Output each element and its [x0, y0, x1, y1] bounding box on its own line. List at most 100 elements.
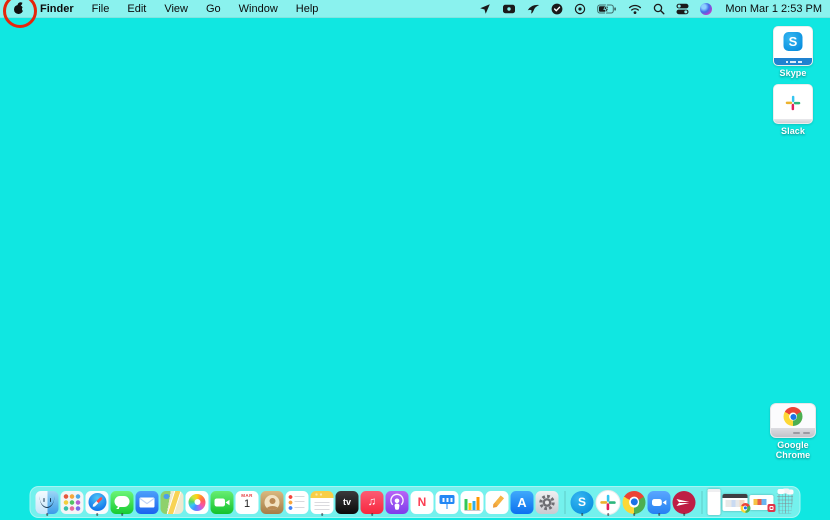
desktop-icon-slack[interactable]: Slack: [765, 84, 821, 136]
siri-icon[interactable]: [694, 3, 717, 15]
reminders-icon: [286, 491, 309, 514]
record-icon[interactable]: [568, 3, 591, 15]
dock-item-photos[interactable]: [186, 487, 209, 517]
launchpad-icon: [61, 491, 84, 514]
dock-item-podcasts[interactable]: [386, 487, 409, 517]
dock-item-maps[interactable]: [161, 487, 184, 517]
slack-icon: [596, 490, 621, 515]
envelope-glyph: [136, 491, 159, 514]
menu-finder[interactable]: Finder: [31, 3, 83, 15]
red-app-badge-icon: [768, 504, 776, 512]
wifi-icon[interactable]: [622, 3, 647, 15]
dock-item-system-preferences[interactable]: [536, 487, 559, 517]
dock-item-trash[interactable]: [776, 487, 795, 517]
minimized-preview-window: [750, 495, 774, 510]
skype-dmg-icon: S: [773, 26, 813, 66]
google-chrome-icon: [623, 491, 646, 514]
dock-item-news[interactable]: N: [411, 487, 434, 517]
dock-item-tv[interactable]: tv: [336, 487, 359, 517]
trash-full-icon: [776, 491, 795, 514]
podcasts-glyph: [386, 491, 409, 514]
menu-file[interactable]: File: [83, 3, 119, 15]
news-icon: N: [411, 491, 434, 514]
dock: MAR 1 tv ♫ N A: [30, 486, 801, 518]
minimized-document-window: [708, 489, 721, 515]
dock-item-reminders[interactable]: [286, 487, 309, 517]
calendar-day: 1: [244, 498, 250, 510]
dock-item-mail[interactable]: [136, 487, 159, 517]
paper-plane-glyph: [673, 491, 696, 514]
dock-minimized-text-document[interactable]: [708, 487, 721, 517]
screen-mirroring-icon[interactable]: [496, 3, 521, 15]
menu-view[interactable]: View: [155, 3, 197, 15]
menu-edit[interactable]: Edit: [118, 3, 155, 15]
dock-item-skype[interactable]: S: [571, 487, 594, 517]
trash-paper: [777, 489, 784, 494]
siri-orb: [700, 3, 712, 15]
keynote-chart: [442, 498, 452, 503]
apple-logo-bite: [22, 7, 27, 12]
slack-dmg-icon: [773, 84, 813, 124]
chat-bubble: [115, 496, 130, 507]
zoom-camera-glyph: [648, 491, 671, 514]
dock-minimized-document-preview[interactable]: [750, 487, 774, 517]
battery-charging-icon[interactable]: [591, 3, 622, 15]
menu-window[interactable]: Window: [230, 3, 287, 15]
dock-item-finder[interactable]: [36, 487, 59, 517]
skype-dmg-band: [774, 58, 812, 65]
desktop-icon-google-chrome[interactable]: Google Chrome: [765, 403, 821, 460]
menu-bar-left: Finder File Edit View Go Window Help: [0, 2, 327, 15]
dock-item-pages[interactable]: [486, 487, 509, 517]
dock-item-messages[interactable]: [111, 487, 134, 517]
apple-menu-icon[interactable]: [12, 2, 25, 15]
dock-item-facetime[interactable]: [211, 487, 234, 517]
location-icon[interactable]: [473, 3, 496, 15]
paper-plane-app-icon: [673, 491, 696, 514]
dock-item-music[interactable]: ♫: [361, 487, 384, 517]
dock-item-notes[interactable]: [311, 487, 334, 517]
menu-bar-clock[interactable]: Mon Mar 1 2:53 PM: [717, 3, 822, 15]
video-camera-glyph: [211, 491, 234, 514]
shield-check-icon[interactable]: [545, 3, 568, 15]
spotlight-search-icon[interactable]: [647, 3, 670, 15]
menu-go[interactable]: Go: [197, 3, 230, 15]
chrome-drive-icon: [770, 403, 816, 438]
notes-icon: [311, 491, 334, 514]
desktop-icon-label: Slack: [765, 126, 821, 136]
safari-icon: [86, 491, 109, 514]
mail-icon: [136, 491, 159, 514]
tv-icon: tv: [336, 491, 359, 514]
dock-item-calendar[interactable]: MAR 1: [236, 487, 259, 517]
dock-item-google-chrome[interactable]: [623, 487, 646, 517]
dock-item-zoom[interactable]: [648, 487, 671, 517]
dock-item-app-store[interactable]: A: [511, 487, 534, 517]
dock-item-contacts[interactable]: [261, 487, 284, 517]
desktop-icon-skype[interactable]: S Skype: [765, 26, 821, 78]
system-preferences-icon: [536, 491, 559, 514]
menu-help[interactable]: Help: [287, 3, 328, 15]
dock-item-keynote[interactable]: [436, 487, 459, 517]
menu-bar: Finder File Edit View Go Window Help: [0, 0, 830, 18]
dock-separator: [701, 491, 702, 514]
dock-item-numbers[interactable]: [461, 487, 484, 517]
music-icon: ♫: [361, 491, 384, 514]
minimized-browser-window: [723, 494, 748, 511]
macos-desktop: { "menubar": { "app_name": "Finder", "me…: [0, 0, 830, 520]
dock-item-safari[interactable]: [86, 487, 109, 517]
dock-separator: [564, 491, 565, 514]
dock-item-paper-plane-app[interactable]: [673, 487, 696, 517]
keynote-icon: [436, 491, 459, 514]
facetime-icon: [211, 491, 234, 514]
bird-app-icon[interactable]: [521, 3, 545, 15]
dock-item-slack[interactable]: [596, 487, 621, 517]
skype-logo: S: [784, 32, 803, 51]
apple-logo-leaf: [17, 1, 21, 5]
control-center-icon[interactable]: [670, 3, 694, 15]
slack-pinwheel: [597, 491, 620, 514]
dock-item-launchpad[interactable]: [61, 487, 84, 517]
finder-icon: [36, 491, 59, 514]
menu-bar-status: Mon Mar 1 2:53 PM: [473, 3, 830, 15]
maps-icon: [161, 491, 184, 514]
dock-minimized-chrome-window[interactable]: [723, 487, 748, 517]
photos-icon: [186, 491, 209, 514]
